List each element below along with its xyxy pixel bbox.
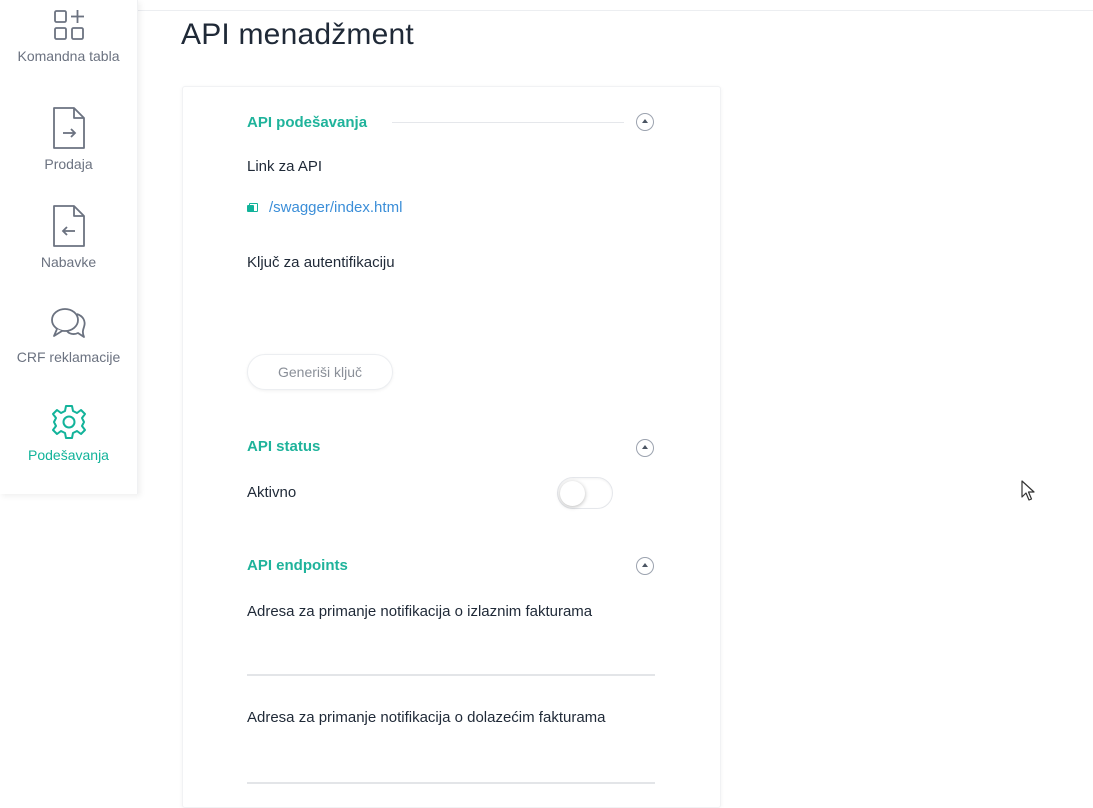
gear-icon: [51, 405, 86, 439]
collapse-api-settings-button[interactable]: [636, 113, 654, 131]
section-title-api-status: API status: [247, 438, 321, 455]
collapse-api-endpoints-button[interactable]: [636, 557, 654, 575]
auth-key-label: Ključ za autentifikaciju: [247, 254, 395, 271]
sidebar-item-label: Komandna tabla: [17, 48, 120, 64]
copy-icon[interactable]: [247, 203, 258, 213]
section-divider: [392, 122, 624, 123]
sidebar-item-nabavke[interactable]: Nabavke: [0, 204, 137, 270]
sidebar-item-label: Nabavke: [40, 254, 97, 270]
sidebar-item-crf-reklamacije[interactable]: CRF reklamacije: [0, 305, 137, 365]
toggle-knob: [560, 481, 585, 506]
outgoing-notification-label: Adresa za primanje notifikacija o izlazn…: [247, 603, 593, 620]
sidebar-item-label: CRF reklamacije: [16, 349, 121, 365]
sidebar-item-prodaja[interactable]: Prodaja: [0, 106, 137, 172]
mouse-pointer-icon: [1021, 480, 1035, 501]
api-swagger-link[interactable]: /swagger/index.html: [247, 199, 402, 216]
section-title-api-endpoints: API endpoints: [247, 557, 348, 574]
section-title-api-settings: API podešavanja: [247, 114, 368, 131]
sidebar-item-dashboard[interactable]: Komandna tabla: [0, 8, 137, 64]
collapse-api-status-button[interactable]: [636, 439, 654, 457]
sidebar-item-podesavanja[interactable]: Podešavanja: [0, 403, 137, 463]
incoming-notification-url-input[interactable]: [247, 758, 655, 784]
sidebar-item-label: Podešavanja: [28, 447, 109, 463]
api-link-text: /swagger/index.html: [269, 199, 403, 216]
active-label: Aktivno: [247, 484, 297, 501]
page-title: API menadžment: [181, 18, 414, 51]
dashboard-icon: [53, 10, 84, 40]
top-divider: [0, 10, 1093, 11]
incoming-notification-label: Adresa za primanje notifikacija o dolaze…: [247, 709, 606, 726]
api-link-label: Link za API: [247, 158, 323, 175]
sidebar: Komandna tabla Prodaja Nabavke CRF rekla…: [0, 0, 138, 494]
file-arrow-right-icon: [52, 107, 85, 149]
api-active-toggle[interactable]: [557, 477, 613, 509]
chat-bubbles-icon: [50, 308, 85, 338]
sidebar-item-label: Prodaja: [44, 156, 93, 172]
outgoing-notification-url-input[interactable]: [247, 650, 655, 676]
generate-key-button[interactable]: Generiši ključ: [247, 354, 393, 390]
file-arrow-left-icon: [52, 205, 85, 247]
